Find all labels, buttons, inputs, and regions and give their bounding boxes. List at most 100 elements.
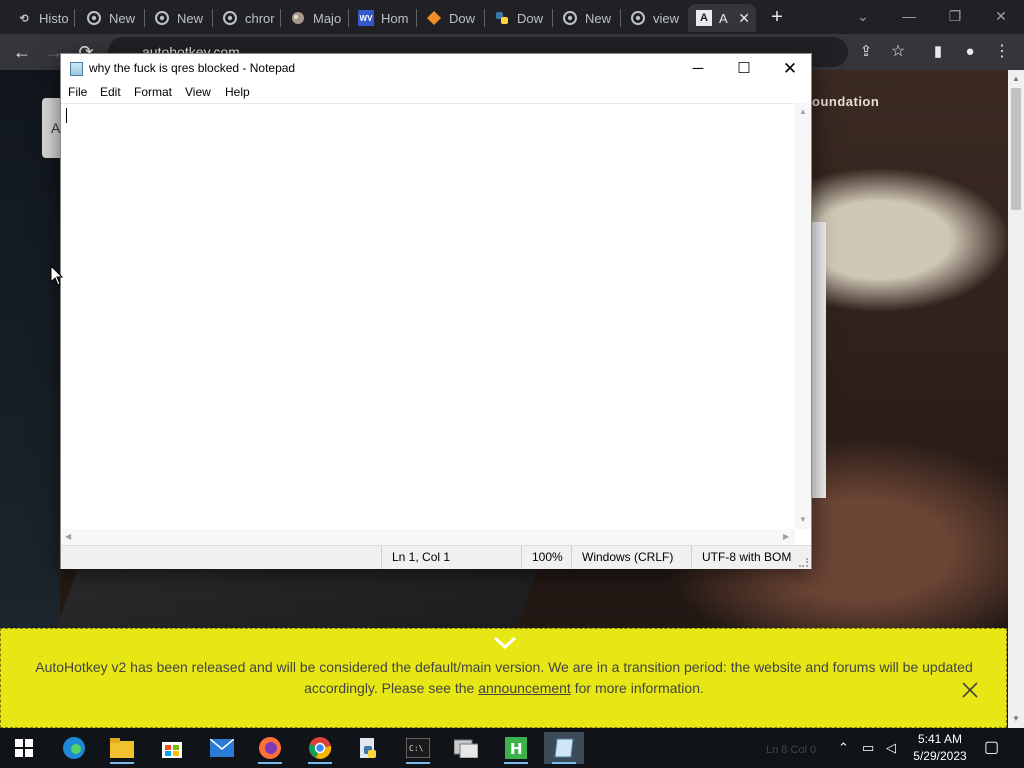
chrome-icon bbox=[630, 10, 646, 26]
menu-format[interactable]: Format bbox=[134, 85, 172, 99]
tab-view[interactable]: view bbox=[622, 4, 684, 32]
notepad-titlebar[interactable]: why the fuck is qres blocked - Notepad ─… bbox=[61, 54, 811, 83]
tab-separator bbox=[620, 9, 621, 27]
file-explorer-icon[interactable] bbox=[102, 732, 142, 764]
notepad-statusbar: Ln 1, Col 1 100% Windows (CRLF) UTF-8 wi… bbox=[61, 545, 811, 569]
page-side-button[interactable]: A bbox=[42, 98, 62, 158]
tab-history[interactable]: ⟲ Histo bbox=[8, 4, 70, 32]
text-caret bbox=[66, 108, 67, 123]
tab-separator bbox=[348, 9, 349, 27]
window-manager-icon[interactable] bbox=[446, 732, 486, 764]
status-position: Ln 1, Col 1 bbox=[381, 546, 521, 569]
browser-tab-strip: ⟲ Histo New New chror Majo WV Hom Dow Do… bbox=[0, 0, 1024, 34]
minimize-icon[interactable]: ─ bbox=[675, 54, 721, 83]
terminal-icon[interactable]: C:\ bbox=[398, 732, 438, 764]
mouse-cursor-icon bbox=[50, 265, 64, 286]
menu-dots-icon[interactable]: ⋮ bbox=[990, 40, 1014, 64]
python-idle-icon[interactable] bbox=[348, 732, 388, 764]
scroll-up-icon[interactable]: ▲ bbox=[1008, 74, 1024, 83]
page-scrollbar[interactable]: ▲ ▼ bbox=[1008, 70, 1024, 728]
tab-separator bbox=[280, 9, 281, 27]
scroll-up-icon[interactable]: ▲ bbox=[799, 107, 807, 116]
start-button[interactable] bbox=[4, 732, 44, 764]
microsoft-store-icon[interactable] bbox=[152, 732, 192, 764]
chrome-taskbar-icon[interactable] bbox=[300, 732, 340, 764]
notepad-taskbar-icon[interactable] bbox=[544, 732, 584, 764]
scroll-left-icon[interactable]: ◀ bbox=[65, 532, 71, 541]
tab-label: Dow bbox=[449, 10, 476, 26]
announcement-banner: AutoHotkey v2 has been released and will… bbox=[0, 628, 1007, 728]
tab-new-3[interactable]: New bbox=[554, 4, 616, 32]
menu-edit[interactable]: Edit bbox=[100, 85, 121, 99]
tab-new-1[interactable]: New bbox=[78, 4, 140, 32]
side-panel-icon[interactable]: ▮ bbox=[926, 40, 950, 64]
scrollbar-thumb[interactable] bbox=[1011, 88, 1021, 210]
chrome-icon bbox=[562, 10, 578, 26]
menu-help[interactable]: Help bbox=[225, 85, 250, 99]
mail-icon[interactable] bbox=[202, 732, 242, 764]
notepad-horizontal-scrollbar[interactable]: ◀ ▶ bbox=[61, 529, 795, 545]
tab-home[interactable]: WV Hom bbox=[350, 4, 412, 32]
bookmark-star-icon[interactable]: ☆ bbox=[886, 40, 910, 64]
notepad-text-area[interactable] bbox=[61, 103, 794, 529]
maximize-icon[interactable]: ☐ bbox=[721, 54, 767, 83]
tab-label: view bbox=[653, 10, 680, 26]
profile-icon[interactable]: ● bbox=[958, 40, 982, 64]
scroll-right-icon[interactable]: ▶ bbox=[783, 532, 789, 541]
tab-majo[interactable]: Majo bbox=[282, 4, 344, 32]
network-icon[interactable]: ▭ bbox=[862, 740, 874, 756]
chrome-icon bbox=[222, 10, 238, 26]
svg-text:H: H bbox=[510, 740, 523, 758]
wv-icon: WV bbox=[358, 10, 374, 26]
tab-label: Majo bbox=[313, 10, 342, 26]
notepad-vertical-scrollbar[interactable]: ▲ ▼ bbox=[795, 103, 811, 529]
svg-text:C:\: C:\ bbox=[409, 744, 424, 753]
tab-label: New bbox=[585, 10, 612, 26]
taskbar-ghost-text: Ln 8 Col 0 bbox=[766, 744, 817, 756]
hx-editor-icon[interactable]: H bbox=[496, 732, 536, 764]
close-icon[interactable]: ✕ bbox=[767, 54, 813, 83]
tab-label: New bbox=[177, 10, 204, 26]
volume-muted-icon[interactable]: ◁ bbox=[886, 740, 896, 756]
tray-chevron-up-icon[interactable]: ⌃ bbox=[838, 740, 849, 756]
site-title: oundation bbox=[812, 94, 880, 109]
chrome-close-icon[interactable]: ✕ bbox=[986, 4, 1016, 28]
scroll-down-icon[interactable]: ▼ bbox=[1008, 714, 1024, 723]
chrome-minimize-icon[interactable]: — bbox=[894, 4, 924, 28]
windows-taskbar: C:\ H Ln 8 Col 0 ⌃ ▭ ◁ 5:41 AM 5/29/2023… bbox=[0, 728, 1024, 768]
notifications-icon[interactable]: ▢ bbox=[984, 737, 999, 757]
tab-download-1[interactable]: Dow bbox=[418, 4, 480, 32]
announcement-text: AutoHotkey v2 has been released and will… bbox=[23, 657, 985, 699]
edge-icon[interactable] bbox=[54, 732, 94, 764]
tab-separator bbox=[212, 9, 213, 27]
clock-date[interactable]: 5/29/2023 bbox=[906, 749, 974, 763]
tab-download-2[interactable]: Dow bbox=[486, 4, 548, 32]
tab-search-icon[interactable]: ⌄ bbox=[848, 4, 878, 28]
chrome-icon bbox=[154, 10, 170, 26]
clock-time[interactable]: 5:41 AM bbox=[910, 732, 970, 746]
tab-autohotkey[interactable]: A A ✕ bbox=[688, 4, 756, 32]
announcement-link[interactable]: announcement bbox=[478, 680, 571, 696]
tab-label: Hom bbox=[381, 10, 409, 26]
tab-chrome[interactable]: chror bbox=[214, 4, 276, 32]
scroll-down-icon[interactable]: ▼ bbox=[799, 515, 807, 524]
python-icon bbox=[494, 10, 510, 26]
back-arrow-icon[interactable]: ← bbox=[10, 40, 34, 64]
tab-label: Dow bbox=[517, 10, 544, 26]
tab-new-2[interactable]: New bbox=[146, 4, 208, 32]
chrome-restore-icon[interactable]: ❐ bbox=[940, 4, 970, 28]
tab-label: Histo bbox=[39, 10, 69, 26]
tab-close-icon[interactable]: ✕ bbox=[738, 10, 750, 27]
tab-label: A bbox=[719, 10, 728, 26]
firefox-icon[interactable] bbox=[250, 732, 290, 764]
new-tab-button[interactable]: + bbox=[766, 6, 788, 28]
resize-grip-icon[interactable] bbox=[799, 558, 808, 567]
menu-file[interactable]: File bbox=[68, 85, 87, 99]
status-encoding: UTF-8 with BOM bbox=[691, 546, 811, 569]
notepad-menubar: File Edit Format View Help bbox=[61, 83, 811, 103]
chevron-down-icon[interactable] bbox=[493, 635, 517, 651]
menu-view[interactable]: View bbox=[185, 85, 211, 99]
tab-separator bbox=[552, 9, 553, 27]
share-icon[interactable]: ⇪ bbox=[854, 40, 878, 64]
close-icon[interactable] bbox=[959, 679, 981, 701]
